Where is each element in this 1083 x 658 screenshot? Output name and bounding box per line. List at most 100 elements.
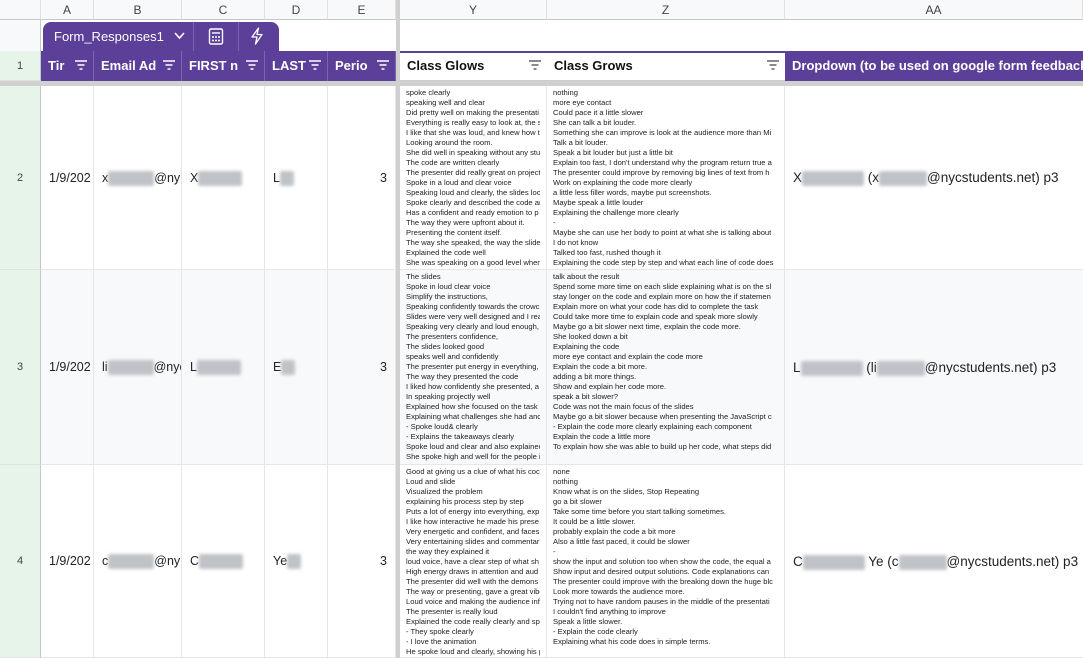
filter-icon[interactable] (529, 60, 541, 70)
glow-line: Speaking confidently towards the crowc (406, 302, 540, 311)
table-toolbar-area-right (400, 20, 1083, 51)
glow-line: - Explains the takeaways clearly (406, 432, 515, 441)
glow-line: Visualized the problem (406, 487, 483, 496)
cell-period[interactable]: 3 (328, 270, 396, 465)
cell-class-grows[interactable]: nothing more eye contact Could pace it a l… (547, 86, 785, 270)
header-dropdown[interactable]: Dropdown (to be used on google form feed… (785, 51, 1083, 81)
column-header-b[interactable]: B (94, 0, 182, 20)
table-tab[interactable]: Form_Responses1 (43, 22, 279, 51)
cell-timestamp[interactable]: 1/9/202 (41, 270, 94, 465)
grow-line: It could be a little slower. (553, 517, 636, 526)
grow-line: Could take more time to explain code and… (553, 312, 758, 321)
cell-period[interactable]: 3 (328, 86, 396, 270)
column-header-a[interactable]: A (41, 0, 94, 20)
glow-line: Speaking very clearly and loud enough, (406, 322, 539, 331)
glow-line: Spoke loud and clear and also explainec (406, 442, 540, 451)
email-suffix: @ny (154, 554, 181, 568)
row-number[interactable]: 3 (0, 270, 41, 465)
filter-icon[interactable] (246, 60, 258, 70)
filter-icon[interactable] (163, 60, 175, 70)
cell-email[interactable]: li @nycst (94, 270, 182, 465)
header-period[interactable]: Perio (328, 51, 396, 81)
cell-class-glows[interactable]: spoke clearly speaking well and clear Did … (400, 86, 547, 270)
row-number[interactable]: 4 (0, 465, 41, 658)
header-timestamp[interactable]: Tir (41, 51, 94, 81)
glow-line: explaining his process step by step (406, 497, 524, 506)
chevron-down-icon[interactable] (174, 32, 185, 40)
column-header-aa[interactable]: AA (785, 0, 1083, 20)
cell-class-glows[interactable]: Good at giving us a clue of what his coc… (400, 465, 547, 658)
grow-line: Explain too fast, I don't understand why… (553, 158, 772, 167)
column-header-c[interactable]: C (182, 0, 265, 20)
column-header-z[interactable]: Z (547, 0, 785, 20)
grow-line: Maybe go a bit slower next time, explain… (553, 322, 741, 331)
glow-line: Explained the code really clearly and sp (406, 617, 540, 626)
header-first-name[interactable]: FIRST n (182, 51, 265, 81)
glow-line: speaking well and clear (406, 98, 485, 107)
row-number[interactable]: 2 (0, 86, 41, 270)
cell-dropdown[interactable]: C Ye (c @nycstudents.net) p3 (785, 465, 1083, 658)
cell-email[interactable]: x @ny (94, 86, 182, 270)
grow-line: I couldn't find anything to improve (553, 607, 666, 616)
glow-line: Good at giving us a clue of what his coc (406, 467, 540, 476)
column-header-e[interactable]: E (328, 0, 396, 20)
grow-line: none (553, 467, 570, 476)
dropdown-initial: X (793, 170, 803, 185)
cell-dropdown[interactable]: X (x @nycstudents.net) p3 (785, 86, 1083, 270)
glow-line: Very energetic and confident, and faces (406, 527, 540, 536)
grow-line: Trying not to have random pauses in the … (553, 597, 770, 606)
redacted-text (898, 554, 947, 570)
dropdown-initial: L (793, 360, 801, 375)
cell-last-name[interactable]: Ye (265, 465, 328, 658)
first-initial: C (190, 554, 200, 568)
cell-class-grows[interactable]: talk about the result Spend some more tim… (547, 270, 785, 465)
grow-line: To explain how she was able to build up … (553, 442, 772, 451)
cell-class-grows[interactable]: none nothing Know what is on the slides, S… (547, 465, 785, 658)
filter-icon[interactable] (767, 60, 779, 70)
calculator-icon[interactable] (208, 28, 224, 45)
lightning-icon[interactable] (250, 27, 264, 45)
table-name[interactable]: Form_Responses1 (54, 29, 164, 44)
glow-line: She was speaking on a good level when (406, 258, 540, 267)
cell-last-name[interactable]: E (265, 270, 328, 465)
first-initial: L (190, 360, 197, 374)
grow-line: go a bit slower (553, 497, 602, 506)
cell-first-name[interactable]: X (182, 86, 265, 270)
header-last-name[interactable]: LAST (265, 51, 328, 81)
filter-icon[interactable] (377, 60, 389, 70)
cell-timestamp[interactable]: 1/9/202 (41, 86, 94, 270)
select-all-corner[interactable] (0, 0, 41, 20)
filter-icon[interactable] (75, 60, 87, 70)
glow-line: Simplify the instructions, (406, 292, 488, 301)
cell-timestamp[interactable]: 1/9/202 (41, 465, 94, 658)
cell-last-name[interactable]: L (265, 86, 328, 270)
glow-line: the way they explained it (406, 547, 490, 556)
grow-line: a little less filler words, maybe put sc… (553, 188, 712, 197)
cell-email[interactable]: c @ny (94, 465, 182, 658)
cell-dropdown[interactable]: L (li @nycstudents.net) p3 (785, 270, 1083, 465)
glow-line: Has a confident and ready emotion to p (406, 208, 539, 217)
cell-class-glows[interactable]: The slides Spoke in loud clear voice Simpl… (400, 270, 547, 465)
cell-first-name[interactable]: L (182, 270, 265, 465)
grow-line: Explain the code a little more (553, 432, 651, 441)
grow-line: probably explain the code a bit more (553, 527, 676, 536)
header-class-glows[interactable]: Class Glows (400, 51, 547, 81)
last-initial: L (273, 171, 280, 185)
filter-icon[interactable] (309, 60, 321, 70)
grow-line: stay longer on the code and explain more… (553, 292, 771, 301)
dropdown-initial: C (793, 554, 803, 569)
glow-line: Loud and slide (406, 477, 456, 486)
column-header-y[interactable]: Y (400, 0, 547, 20)
cell-first-name[interactable]: C (182, 465, 265, 658)
glow-line: speaks well and confidently (406, 352, 499, 361)
redacted-text (802, 170, 865, 186)
header-class-grows[interactable]: Class Grows (547, 51, 785, 81)
last-initial: Ye (273, 554, 288, 568)
redacted-text (802, 554, 865, 570)
cell-period[interactable]: 3 (328, 465, 396, 658)
row-number[interactable]: 1 (0, 51, 41, 81)
redacted-text (198, 171, 243, 187)
grow-line: Speak a little slower. (553, 617, 623, 626)
header-email[interactable]: Email Ad (94, 51, 182, 81)
column-header-d[interactable]: D (265, 0, 328, 20)
